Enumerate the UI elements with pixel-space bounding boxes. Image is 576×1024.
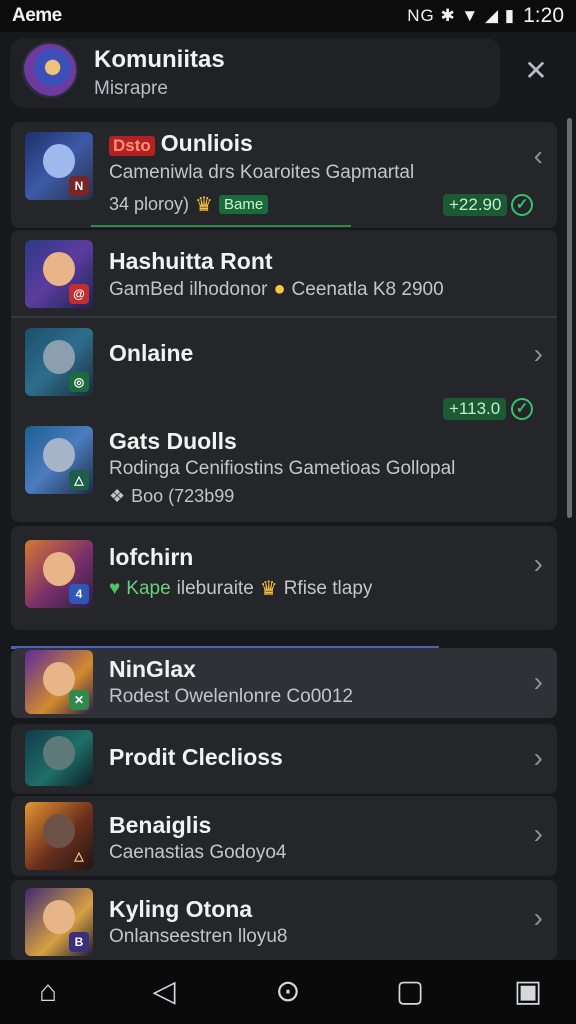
scrollbar[interactable]: [567, 118, 572, 518]
list-item[interactable]: ✕ NinGlax Rodest Owelenlonre Co0012 ›: [11, 648, 557, 718]
item-subtitle: Onlanseestren lloyu8: [109, 926, 288, 947]
item-title: Kyling Otona: [109, 896, 253, 922]
status-badge: Bame: [218, 195, 269, 214]
chevron-right-icon[interactable]: ›: [534, 818, 543, 850]
chevron-right-icon[interactable]: ›: [534, 548, 543, 580]
coin-icon: ●: [273, 278, 286, 300]
header-card[interactable]: [10, 38, 500, 108]
heart-icon: ♥: [109, 577, 121, 599]
item-title[interactable]: Hashuitta Ront: [109, 248, 273, 275]
item-meta-a: Kape: [126, 577, 171, 599]
item-meta-text: Boo (723b99: [131, 486, 235, 506]
list-card[interactable]: 4 lofchirn ♥ Kape ileburaite ♛ Rfise tla…: [11, 526, 557, 630]
header-subtitle: Misrapre: [94, 78, 168, 99]
tag-label: Dsto: [109, 136, 155, 156]
game-thumbnail: [25, 730, 93, 786]
chevron-right-icon[interactable]: ›: [534, 742, 543, 774]
list-item[interactable]: △ Benaiglis Caenastias Godoyo4 ›: [11, 796, 557, 876]
chevron-right-icon[interactable]: ›: [534, 338, 543, 370]
item-subtitle: Rodinga Cenifiostins Gametioas Gollopal: [109, 458, 456, 479]
price-badge: +22.90: [443, 194, 508, 216]
game-thumbnail: △: [25, 426, 93, 494]
price-badge: +113.0: [443, 398, 507, 420]
close-icon[interactable]: ✕: [520, 55, 552, 87]
header: [0, 32, 576, 116]
game-thumbnail: @: [25, 240, 93, 308]
list-card[interactable]: @ Hashuitta Ront GamBed ilhodonor ● Ceen…: [11, 230, 557, 522]
header-title: Komuniitas: [94, 46, 225, 73]
dice-icon: ❖: [109, 486, 126, 506]
item-title[interactable]: Dsto Ounliois: [109, 130, 253, 157]
game-thumbnail: ◎: [25, 328, 93, 396]
item-title: NinGlax: [109, 656, 196, 682]
item-title[interactable]: Onlaine: [109, 340, 193, 367]
item-meta: ❖ Boo (723b99: [109, 486, 234, 507]
back-icon[interactable]: ◁: [144, 972, 184, 1012]
navigation-bar: ⌂ ◁ ⊙ ▢ ▣: [0, 960, 576, 1024]
item-meta-b: ileburaite: [176, 577, 254, 599]
crown-icon: ♛: [195, 194, 213, 216]
item-meta-c: Rfise tlapy: [283, 577, 373, 599]
check-icon: ✓: [511, 194, 533, 216]
chevron-right-icon[interactable]: ›: [534, 902, 543, 934]
item-meta: ♥ Kape ileburaite ♛ Rfise tlapy: [109, 576, 372, 601]
chevron-left-icon[interactable]: ‹: [534, 140, 543, 172]
list-item[interactable]: Prodit Cleclioss ›: [11, 724, 557, 794]
home-icon[interactable]: ⌂: [28, 972, 68, 1012]
item-meta: 34 ploroy) ♛ Bame: [109, 192, 269, 217]
chevron-right-icon[interactable]: ›: [534, 666, 543, 698]
status-time: 1:20: [523, 4, 564, 27]
game-thumbnail: ✕: [25, 650, 93, 714]
list-item[interactable]: B Kyling Otona Onlanseestren lloyu8 ›: [11, 880, 557, 960]
item-meta-text: 34 ploroy): [109, 194, 190, 214]
community-avatar[interactable]: [22, 42, 78, 98]
item-subtitle: Rodest Owelenlonre Co0012: [109, 686, 353, 707]
game-thumbnail: B: [25, 888, 93, 956]
status-app-name: Aeme: [12, 5, 62, 26]
item-subtitle: Caenastias Godoyo4: [109, 842, 287, 863]
game-thumbnail: 4: [25, 540, 93, 608]
check-icon: ✓: [511, 398, 533, 420]
item-title[interactable]: lofchirn: [109, 544, 193, 571]
crown-icon: ♛: [259, 578, 278, 600]
item-subtitle-b: Ceenatla K8 2900: [291, 278, 444, 300]
item-title-text: Ounliois: [160, 130, 253, 156]
item-title: Prodit Cleclioss: [109, 744, 283, 770]
item-subtitle-a: GamBed ilhodonor: [109, 278, 268, 300]
status-bar: Aeme NG ✱ ▼ ◢ ▮ 1:20: [0, 0, 576, 32]
recents-icon[interactable]: ▢: [390, 972, 430, 1012]
list-card[interactable]: N Dsto Ounliois Cameniwla drs Koaroites G…: [11, 122, 557, 228]
menu-icon[interactable]: ▣: [508, 972, 548, 1012]
home-button[interactable]: ⊙: [268, 972, 308, 1012]
item-title: Benaiglis: [109, 812, 212, 838]
divider: [11, 316, 557, 318]
progress-line: [91, 225, 351, 227]
status-right: NG ✱ ▼ ◢ ▮ 1:20: [407, 4, 564, 28]
item-title[interactable]: Gats Duolls: [109, 428, 237, 455]
game-thumbnail: △: [25, 802, 93, 870]
signal-icons: NG ✱ ▼ ◢ ▮: [407, 6, 516, 25]
item-subtitle: GamBed ilhodonor ● Ceenatla K8 2900: [109, 278, 444, 301]
game-thumbnail: N: [25, 132, 93, 200]
item-subtitle: Cameniwla drs Koaroites Gapmartal: [109, 162, 415, 183]
